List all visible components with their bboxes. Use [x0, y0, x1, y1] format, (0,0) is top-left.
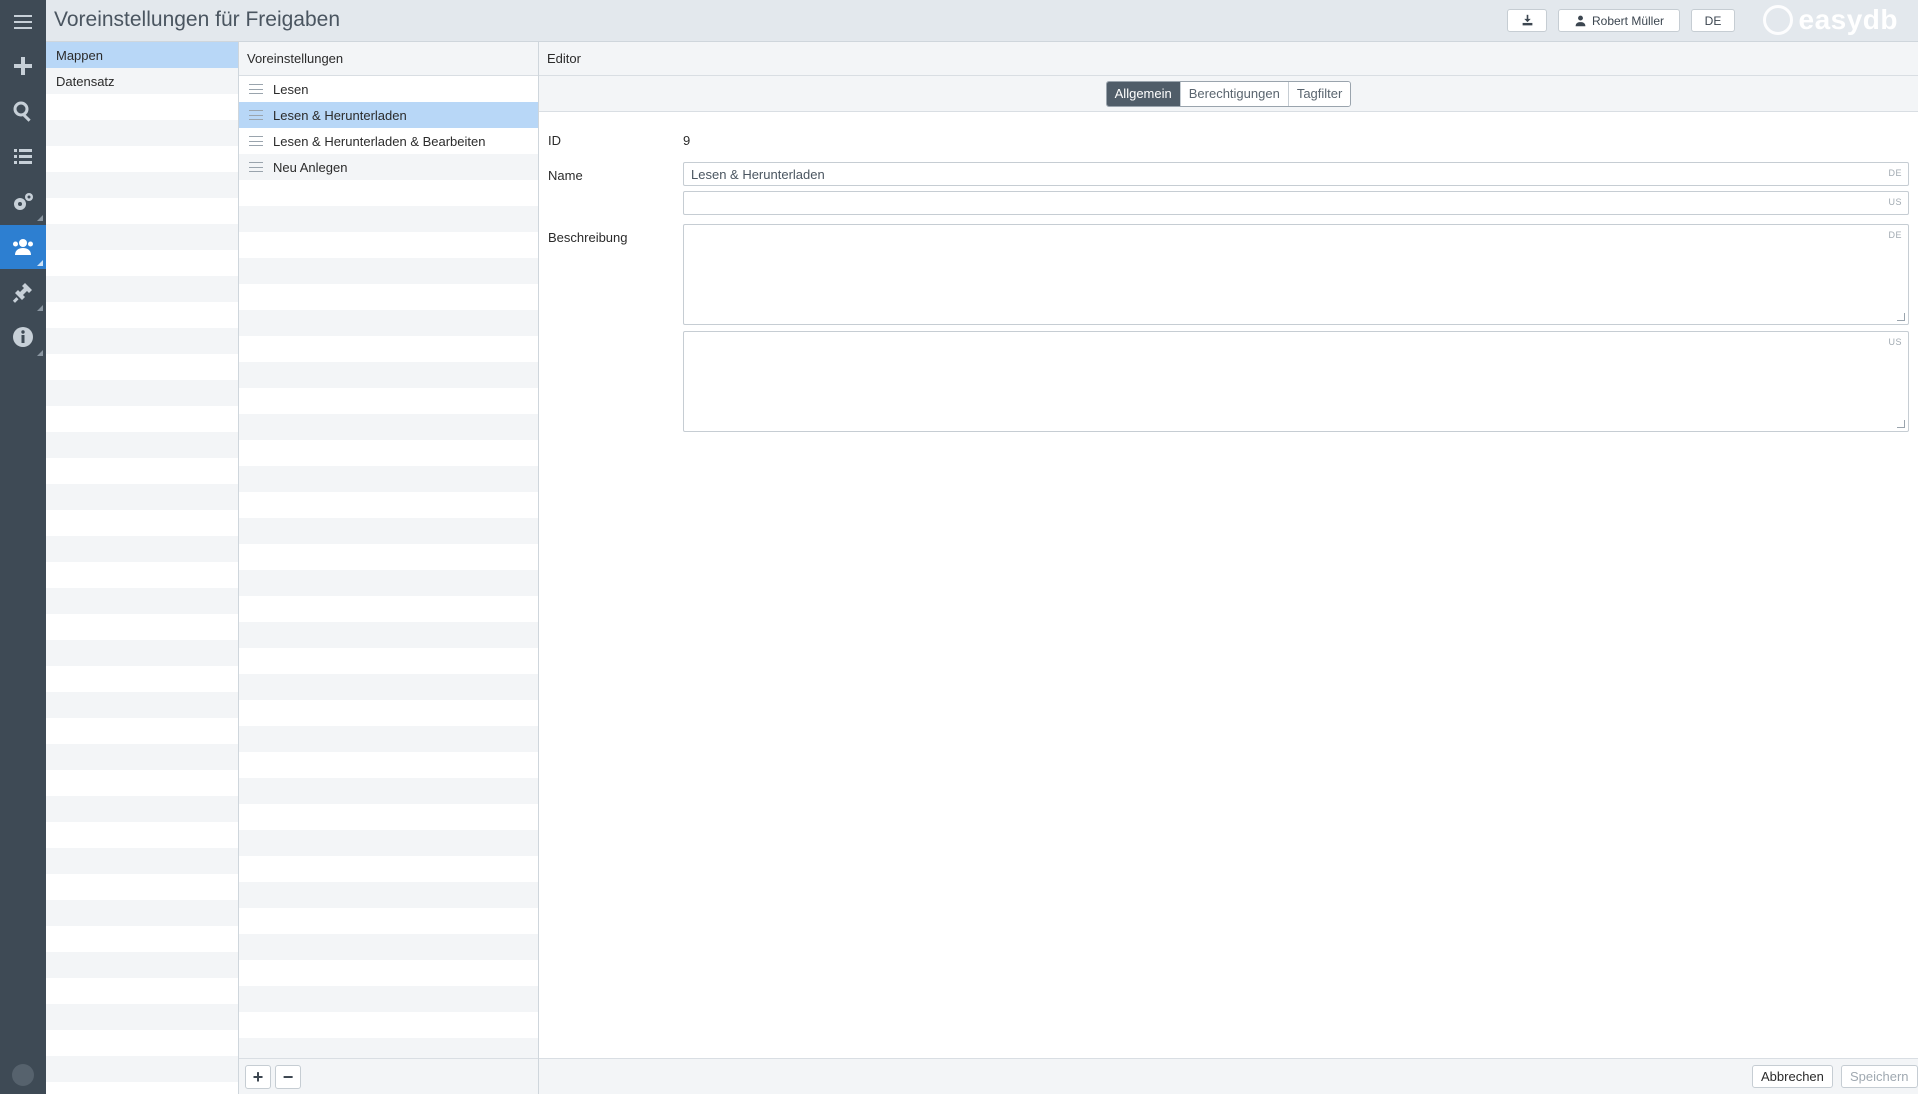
add-preset-button[interactable]: +: [245, 1064, 271, 1089]
list-item-label: Lesen: [273, 81, 309, 97]
search-button[interactable]: [0, 89, 46, 133]
menu-button[interactable]: [0, 0, 46, 44]
editor-tabs-bar: Allgemein Berechtigungen Tagfilter: [539, 76, 1918, 112]
cancel-button[interactable]: Abbrechen: [1752, 1065, 1833, 1088]
submenu-indicator: [37, 215, 43, 221]
user-icon: [1575, 15, 1586, 27]
submenu-indicator: [37, 260, 43, 266]
easydb-small-logo: [12, 1064, 34, 1086]
language-button[interactable]: DE: [1691, 9, 1735, 32]
list-item[interactable]: Lesen & Herunterladen: [239, 102, 538, 128]
top-header: Voreinstellungen für Freigaben Robert Mü…: [46, 0, 1918, 42]
presets-list: Lesen Lesen & Herunterladen Lesen & Heru…: [239, 76, 538, 1058]
drag-handle-icon[interactable]: [249, 162, 263, 172]
drag-handle-icon[interactable]: [249, 110, 263, 120]
editor-header: Editor: [539, 42, 1918, 76]
list-button[interactable]: [0, 134, 46, 178]
name-de-value: Lesen & Herunterladen: [691, 166, 825, 182]
drag-handle-icon[interactable]: [249, 136, 263, 146]
language-tag-de: DE: [1888, 230, 1902, 240]
category-sidebar: Mappen Datensatz: [46, 42, 239, 1094]
tab-berechtigungen[interactable]: Berechtigungen: [1180, 81, 1289, 106]
submenu-indicator: [37, 350, 43, 356]
sidebar-item-label: Mappen: [56, 47, 103, 63]
new-button[interactable]: [0, 44, 46, 88]
logo-mark: [1762, 5, 1793, 35]
settings-button[interactable]: [0, 180, 46, 224]
list-item[interactable]: Lesen: [239, 76, 538, 102]
sidebar-item-datensatz[interactable]: Datensatz: [46, 68, 238, 94]
download-icon: [1522, 14, 1532, 26]
name-de-field[interactable]: Lesen & Herunterladen DE: [683, 162, 1909, 186]
list-icon: [14, 149, 32, 164]
remove-preset-button[interactable]: −: [275, 1064, 301, 1089]
language-tag-us: US: [1888, 197, 1902, 207]
presets-footer: + −: [239, 1058, 538, 1094]
info-icon: [13, 327, 33, 347]
list-item-label: Neu Anlegen: [273, 159, 348, 175]
editor-tabs: Allgemein Berechtigungen Tagfilter: [1105, 80, 1352, 107]
info-button[interactable]: [0, 315, 46, 359]
submenu-indicator: [37, 305, 43, 311]
save-button[interactable]: Speichern: [1841, 1065, 1918, 1088]
resize-grip-icon[interactable]: [1897, 313, 1905, 321]
description-de-textarea[interactable]: DE: [683, 224, 1909, 325]
sidebar-item-label: Datensatz: [56, 73, 115, 89]
editor-footer: Abbrechen Speichern: [539, 1058, 1918, 1094]
user-menu-button[interactable]: Robert Müller: [1558, 9, 1680, 32]
page-title: Voreinstellungen für Freigaben: [54, 8, 341, 31]
tab-tagfilter[interactable]: Tagfilter: [1288, 81, 1351, 106]
gears-icon: [14, 193, 33, 210]
list-item-label: Lesen & Herunterladen & Bearbeiten: [273, 133, 486, 149]
users-button[interactable]: [0, 225, 46, 269]
editor-panel: Editor Allgemein Berechtigungen Tagfilte…: [539, 42, 1918, 1094]
language-tag-us: US: [1888, 337, 1902, 347]
description-label: Beschreibung: [548, 230, 628, 245]
users-icon: [13, 239, 33, 255]
drag-handle-icon[interactable]: [249, 84, 263, 94]
export-button[interactable]: [1507, 9, 1547, 32]
language-label: DE: [1704, 13, 1722, 28]
description-us-textarea[interactable]: US: [683, 331, 1909, 432]
name-us-field[interactable]: US: [683, 191, 1909, 215]
plus-icon: [14, 57, 32, 75]
list-item-label: Lesen & Herunterladen: [273, 107, 407, 123]
id-label: ID: [548, 133, 561, 148]
easydb-logo: easydb: [1762, 4, 1899, 36]
main-navigation-rail: [0, 0, 46, 1094]
logo-text: easydb: [1798, 4, 1898, 35]
presets-header: Voreinstellungen: [239, 42, 538, 76]
plugin-icon: [12, 283, 32, 303]
id-value: 9: [683, 133, 691, 148]
sidebar-item-mappen[interactable]: Mappen: [46, 42, 238, 68]
presets-panel: Voreinstellungen Lesen Lesen & Herunterl…: [239, 42, 539, 1094]
resize-grip-icon[interactable]: [1897, 420, 1905, 428]
search-icon: [13, 101, 31, 122]
list-item[interactable]: Neu Anlegen: [239, 154, 538, 180]
user-name: Robert Müller: [1591, 13, 1665, 28]
language-tag-de: DE: [1888, 168, 1902, 178]
menu-icon: [14, 15, 32, 29]
list-item[interactable]: Lesen & Herunterladen & Bearbeiten: [239, 128, 538, 154]
tab-allgemein[interactable]: Allgemein: [1106, 81, 1181, 106]
name-label: Name: [548, 168, 583, 183]
plugins-button[interactable]: [0, 270, 46, 314]
